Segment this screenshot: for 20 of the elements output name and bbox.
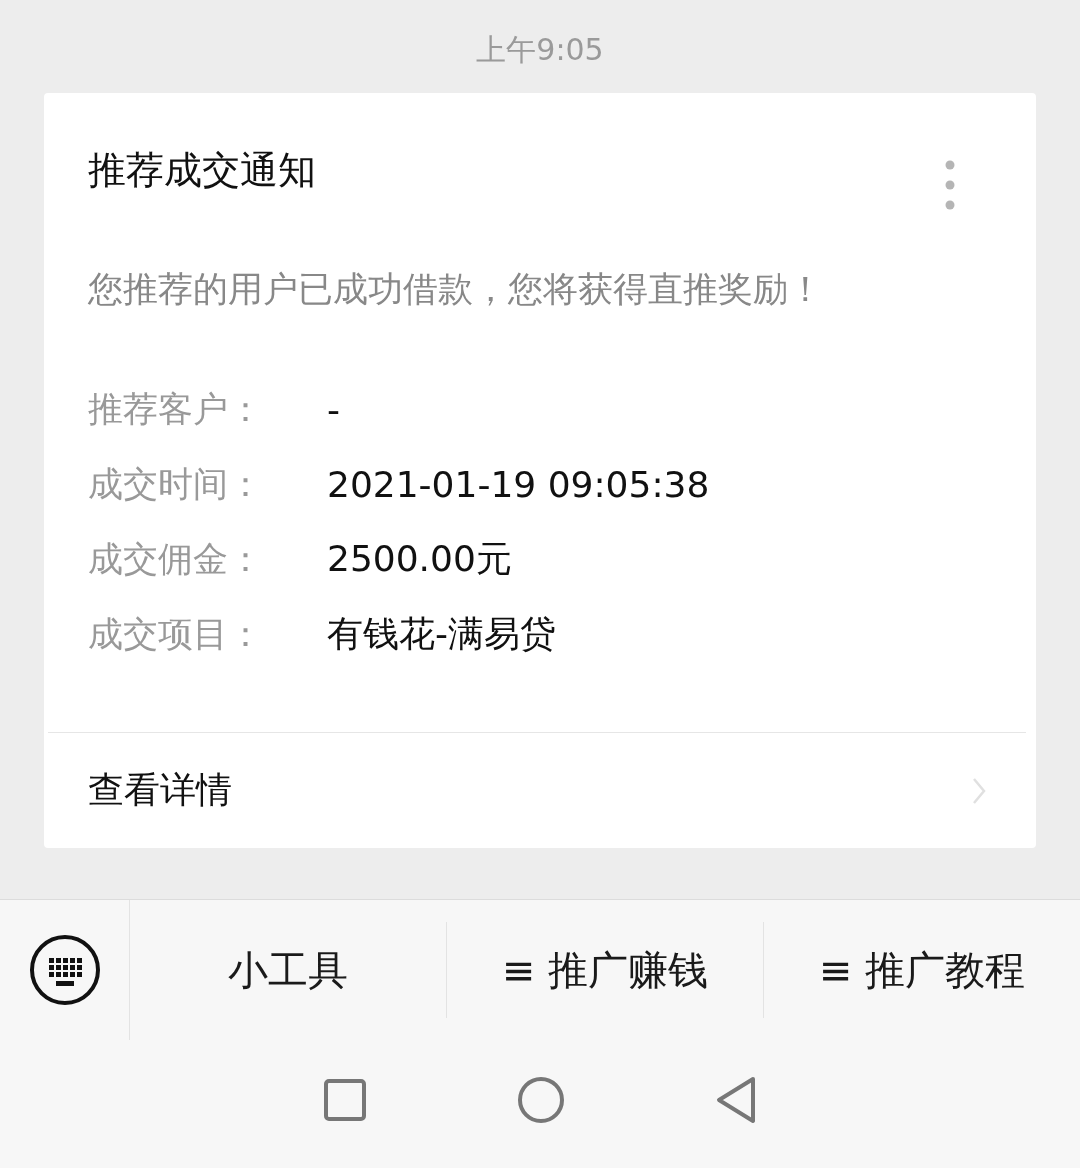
menu-bar-item[interactable]: ≡ 推广赚钱 bbox=[447, 922, 764, 1018]
field-label: 推荐客户： bbox=[88, 388, 264, 431]
message-time: 上午9:05 bbox=[476, 31, 604, 69]
field-value: 有钱花-满易贷 bbox=[327, 612, 556, 656]
home-icon[interactable] bbox=[517, 1076, 565, 1124]
card-title: 推荐成交通知 bbox=[88, 147, 316, 194]
field-value: 2021-01-19 09:05:38 bbox=[327, 464, 710, 505]
back-icon[interactable] bbox=[715, 1076, 757, 1124]
menu-bar-item[interactable]: 小工具 bbox=[130, 922, 447, 1018]
field-label: 成交佣金： bbox=[88, 538, 264, 581]
chevron-right-icon bbox=[972, 776, 986, 805]
keyboard-icon bbox=[28, 934, 101, 1006]
menu-bar-item[interactable]: ≡ 推广教程 bbox=[764, 922, 1080, 1018]
field-label: 成交时间： bbox=[88, 463, 264, 506]
notification-message: 您推荐的用户已成功借款，您将获得直推奖励！ bbox=[87, 268, 824, 311]
view-details-link[interactable]: 查看详情 bbox=[48, 732, 1026, 848]
field-value: - bbox=[327, 389, 340, 430]
field-value: 2500.00元 bbox=[327, 537, 512, 581]
recent-apps-icon[interactable] bbox=[323, 1078, 367, 1122]
field-label: 成交项目： bbox=[88, 613, 264, 656]
